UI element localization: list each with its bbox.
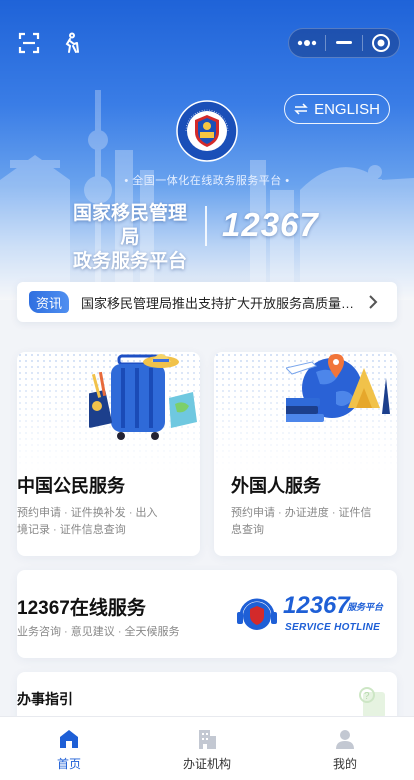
tab-offices-label: 办证机构: [182, 757, 231, 771]
english-label: ENGLISH: [314, 100, 380, 118]
title-line-2: 政务服务平台: [72, 251, 187, 272]
hotline-logo-number: 12367: [283, 592, 350, 619]
scan-icon[interactable]: [16, 30, 42, 56]
title-line-1: 国家移民管理局: [72, 203, 187, 248]
luggage-illustration: [89, 354, 197, 440]
hotline-service-title: 12367在线服务: [17, 598, 146, 619]
elder-mode-icon[interactable]: [58, 30, 84, 56]
foreigner-service-title: 外国人服务: [231, 476, 321, 496]
english-language-button[interactable]: ENGLISH: [284, 94, 390, 124]
tab-home-label: 首页: [56, 757, 81, 771]
tab-profile[interactable]: 我的: [276, 717, 414, 780]
more-menu-icon[interactable]: [289, 29, 325, 57]
tab-profile-label: 我的: [332, 757, 357, 771]
chevron-right-icon: [369, 295, 378, 309]
swap-icon: [294, 103, 308, 115]
minimize-icon[interactable]: [326, 29, 362, 57]
globe-travel-illustration: [286, 354, 390, 422]
title-divider: [205, 206, 207, 246]
mini-program-capsule: [288, 28, 400, 58]
citizen-service-desc: 预约申请 · 证件换补发 · 出入境记录 · 证件信息查询: [17, 507, 158, 536]
news-ticker[interactable]: 资讯 国家移民管理局推出支持扩大开放服务高质量发展便利措施: [17, 282, 397, 322]
svg-text:?: ?: [364, 691, 370, 702]
news-tag: 资讯: [29, 291, 69, 313]
bottom-tab-bar: 首页 办证机构 我的: [0, 716, 414, 780]
platform-title: 国家移民管理局 政务服务平台: [64, 202, 196, 274]
citizen-service-title: 中国公民服务: [17, 476, 125, 496]
news-text: 国家移民管理局推出支持扩大开放服务高质量发展便利措施: [81, 295, 361, 311]
foreigner-service-desc: 预约申请 · 办证进度 · 证件信息查询: [231, 507, 372, 536]
tab-offices[interactable]: 办证机构: [138, 717, 276, 780]
hotline-logo: 12367 服务平台 SERVICE HOTLINE: [233, 584, 383, 644]
headset-emblem-icon: [237, 598, 277, 630]
guide-title: 办事指引: [17, 691, 73, 707]
tab-home[interactable]: 首页: [0, 717, 138, 780]
hotline-logo-sub: SERVICE HOTLINE: [285, 622, 381, 633]
home-icon: [60, 730, 78, 748]
hotline-service-desc: 业务咨询 · 意见建议 · 全天候服务: [17, 626, 180, 638]
guide-doc-icon: ?: [359, 687, 385, 718]
close-target-icon[interactable]: [363, 29, 399, 57]
top-bar: [0, 28, 414, 58]
building-icon: [199, 730, 216, 749]
user-icon: [336, 730, 354, 749]
immigration-emblem: [176, 100, 238, 162]
platform-subtitle: • 全国一体化在线政务服务平台 •: [124, 175, 290, 187]
hotline-logo-tag: 服务平台: [347, 602, 384, 612]
hotline-number: 12367: [222, 206, 319, 243]
